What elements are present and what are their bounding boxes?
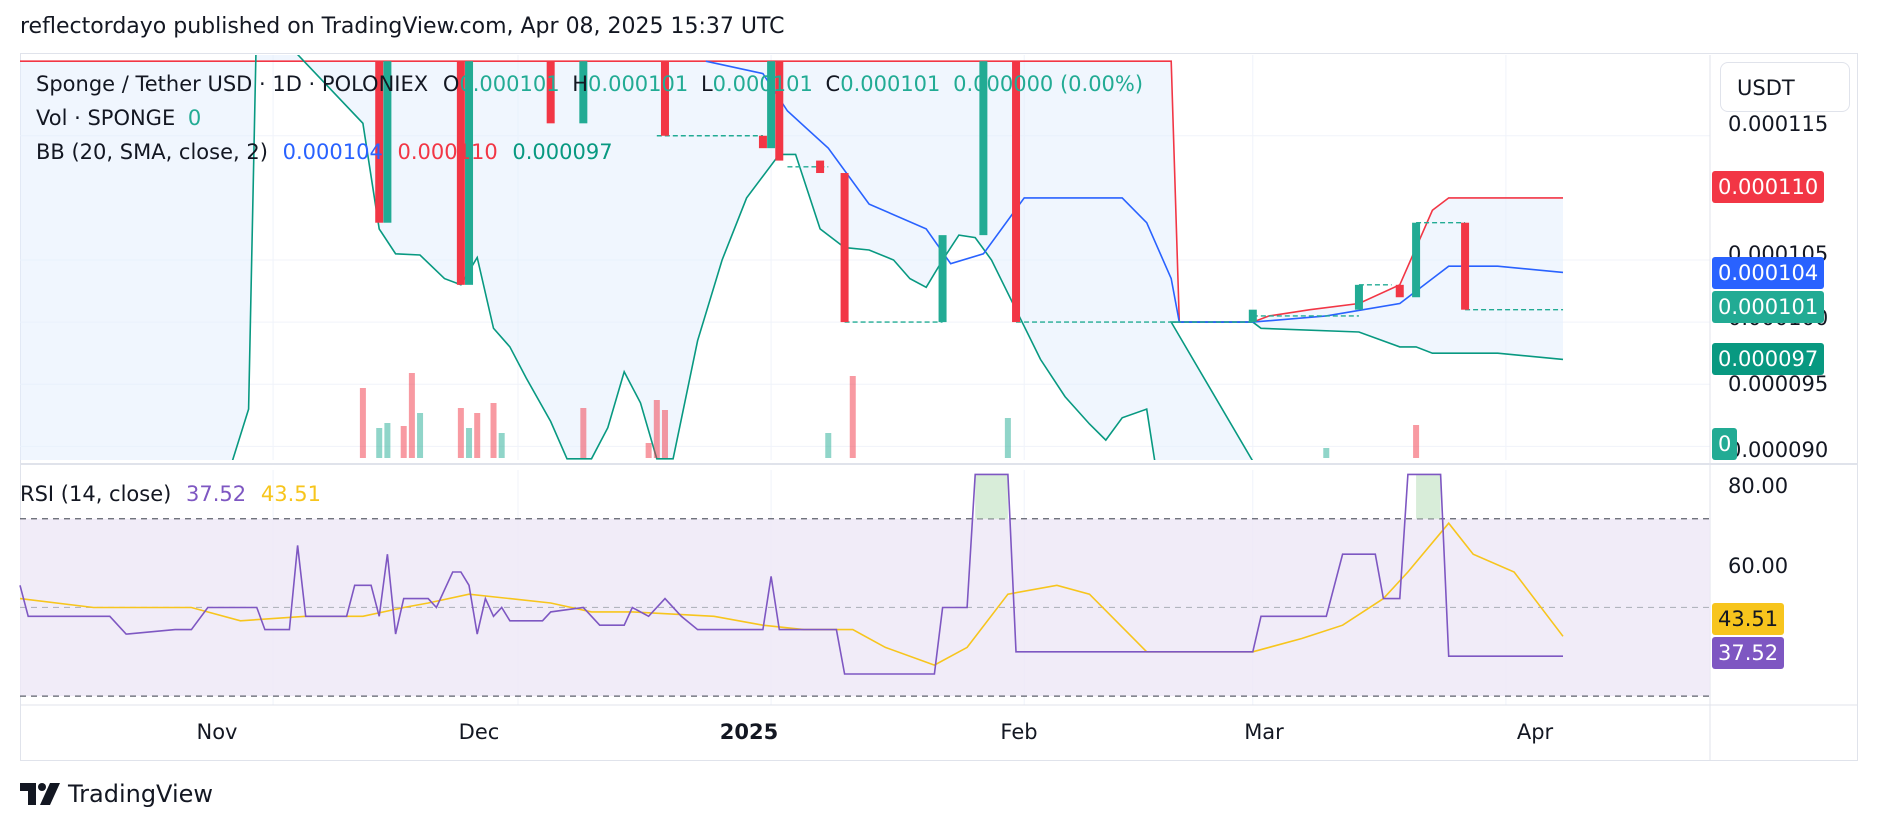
volume-legend: Vol · SPONGE 0 [36, 106, 201, 130]
low-value: 0.000101 [712, 72, 813, 96]
rsi-pill: 37.52 [1712, 637, 1785, 669]
candle [816, 160, 825, 174]
rsi-overbought-fill [1416, 474, 1441, 519]
open-value: 0.000101 [459, 72, 560, 96]
volume-bar [417, 413, 424, 458]
volume-bar [400, 426, 407, 458]
volume-bar [474, 413, 481, 458]
volume-bar [1413, 425, 1420, 458]
price-tick: 0.000095 [1728, 372, 1829, 396]
currency-button[interactable]: USDT [1720, 62, 1850, 112]
volume-pill: 0 [1712, 428, 1738, 460]
x-tick: Dec [458, 720, 500, 744]
rsi-overbought-fill [975, 474, 1008, 519]
chart-canvas[interactable] [0, 0, 1878, 760]
volume-bar [359, 388, 366, 458]
candle [1354, 284, 1363, 310]
x-tick: 2025 [719, 720, 779, 744]
volume-bar [580, 408, 587, 458]
rsi-legend: RSI (14, close) 37.52 43.51 [20, 482, 321, 506]
tradingview-logo-text: TradingView [68, 780, 214, 808]
candle [1395, 284, 1404, 298]
candle [1012, 61, 1021, 323]
bb-label[interactable]: BB (20, SMA, close, 2) [36, 140, 268, 164]
volume-bar [1323, 448, 1330, 458]
open-label: O [442, 72, 460, 96]
rsi-label[interactable]: RSI (14, close) [20, 482, 171, 506]
x-tick: Apr [1516, 720, 1554, 744]
bb-upper-pill: 0.000110 [1712, 171, 1825, 203]
volume-bar [825, 433, 832, 458]
high-label: H [572, 72, 589, 96]
bb-basis-value: 0.000104 [282, 140, 383, 164]
x-tick: Mar [1244, 720, 1284, 744]
volume-label[interactable]: Vol · SPONGE [36, 106, 175, 130]
volume-bar [457, 408, 464, 458]
rsi-ma-value: 43.51 [260, 482, 321, 506]
close-value: 0.000101 [840, 72, 941, 96]
volume-bar [490, 403, 497, 458]
candle [758, 135, 767, 149]
volume-bar [376, 428, 383, 458]
bb-basis-pill: 0.000104 [1712, 257, 1825, 289]
symbol-title[interactable]: Sponge / Tether USD · 1D · POLONIEX [36, 72, 428, 96]
symbol-legend: Sponge / Tether USD · 1D · POLONIEX O0.0… [36, 72, 1143, 96]
tradingview-logo[interactable]: TradingView [20, 780, 213, 808]
bb-lower-pill: 0.000097 [1712, 343, 1825, 375]
bb-legend: BB (20, SMA, close, 2) 0.000104 0.000110… [36, 140, 613, 164]
volume-bar [661, 410, 668, 458]
candle [1461, 222, 1470, 310]
volume-bar [384, 423, 391, 458]
low-label: L [700, 72, 713, 96]
change-value: 0.000000 (0.00%) [953, 72, 1144, 96]
rsi-tick: 60.00 [1728, 554, 1789, 578]
bb-lower-value: 0.000097 [512, 140, 613, 164]
candle [840, 173, 849, 323]
x-tick: Feb [1000, 720, 1038, 744]
high-value: 0.000101 [588, 72, 689, 96]
volume-bar [849, 376, 856, 458]
candle [938, 235, 947, 323]
volume-bar [466, 428, 473, 458]
candle [1248, 309, 1257, 323]
candle [1412, 222, 1421, 298]
volume-value: 0 [187, 106, 202, 130]
last-close-pill: 0.000101 [1712, 291, 1825, 323]
volume-bar [1004, 418, 1011, 458]
price-tick: 0.000115 [1728, 112, 1829, 136]
x-tick: Nov [196, 720, 238, 744]
rsi-value: 37.52 [186, 482, 247, 506]
bb-upper-value: 0.000110 [397, 140, 498, 164]
tradingview-logo-icon [20, 783, 60, 805]
rsi-ma-pill: 43.51 [1712, 603, 1785, 635]
volume-bar [498, 433, 505, 458]
close-label: C [825, 72, 841, 96]
rsi-tick: 80.00 [1728, 474, 1789, 498]
volume-bar [653, 400, 660, 458]
price-tick: 0.000090 [1728, 438, 1829, 462]
volume-bar [645, 443, 652, 458]
volume-bar [408, 373, 415, 458]
